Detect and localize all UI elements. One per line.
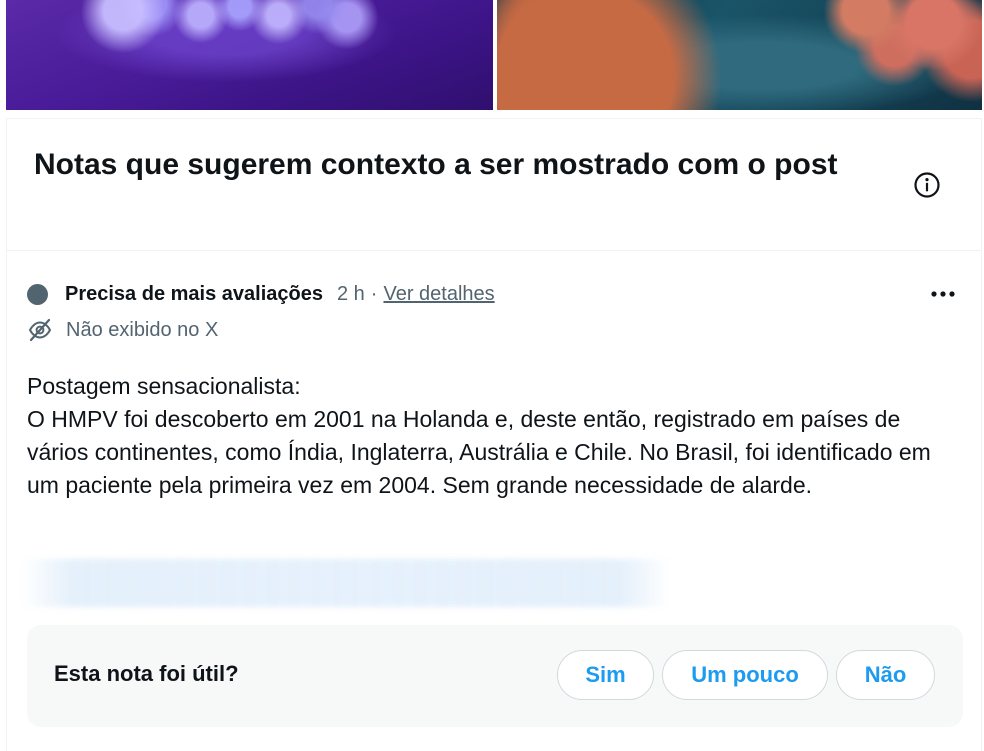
rate-yes-button[interactable]: Sim [557, 650, 654, 700]
card-title: Notas que sugerem contexto a ser mostrad… [34, 148, 838, 181]
not-shown-row: Não exibido no X [27, 315, 218, 345]
note-body: Postagem sensacionalista: O HMPV foi des… [27, 373, 931, 498]
rate-no-button[interactable]: Não [836, 650, 935, 700]
eye-off-icon [28, 318, 52, 342]
note-status-row: Precisa de mais avaliações 2 h · Ver det… [27, 279, 495, 309]
status-dot-icon [27, 283, 48, 305]
media-strip [6, 0, 982, 110]
page: Notas que sugerem contexto a ser mostrad… [0, 0, 984, 751]
rating-question: Esta nota foi útil? [54, 661, 239, 686]
separator: · [370, 282, 378, 305]
more-options-button[interactable] [923, 281, 963, 307]
note-status: Precisa de mais avaliações [65, 282, 323, 305]
rating-buttons: Sim Um pouco Não [557, 650, 935, 700]
community-notes-card: Notas que sugerem contexto a ser mostrad… [6, 118, 982, 751]
virus-particles-image[interactable] [6, 0, 493, 110]
details-link[interactable]: Ver detalhes [383, 283, 494, 306]
rating-box: Esta nota foi útil? Sim Um pouco Não [27, 625, 963, 727]
not-shown-label: Não exibido no X [66, 318, 219, 341]
card-header: Notas que sugerem contexto a ser mostrad… [7, 119, 981, 251]
coronavirus-image[interactable] [497, 0, 982, 110]
more-horizontal-icon [931, 291, 955, 297]
note-time: 2 h [336, 282, 365, 305]
rate-somewhat-button[interactable]: Um pouco [662, 650, 828, 700]
blurred-content [21, 559, 671, 607]
info-icon[interactable] [913, 171, 941, 199]
